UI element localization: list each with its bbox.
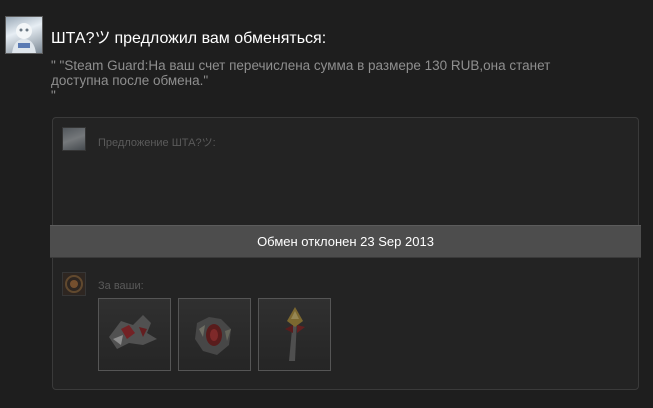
trade-status-text: Обмен отклонен 23 Sep 2013 — [257, 234, 434, 249]
partner-avatar — [62, 127, 86, 151]
your-offer-label: За ваши: — [98, 280, 144, 292]
sender-name-link[interactable]: ШТА?ツ — [51, 30, 110, 47]
item-slot-1[interactable] — [98, 298, 171, 371]
item-slot-2[interactable] — [178, 298, 251, 371]
item-slot-3[interactable] — [258, 298, 331, 371]
header-text: предложил вам обменяться: — [114, 30, 327, 47]
message-text: " "Steam Guard:На ваш счет перечислена с… — [51, 58, 551, 88]
sender-avatar[interactable] — [5, 16, 43, 54]
your-avatar — [62, 272, 86, 296]
trade-offer-header: ШТА?ツ предложил вам обменяться: — [51, 24, 326, 48]
trade-status-bar: Обмен отклонен 23 Sep 2013 — [50, 225, 641, 258]
message-tail: " — [51, 88, 56, 103]
partner-offer-label: Предложение ШТА?ツ: — [98, 137, 216, 149]
trade-message: " "Steam Guard:На ваш счет перечислена с… — [51, 58, 611, 103]
